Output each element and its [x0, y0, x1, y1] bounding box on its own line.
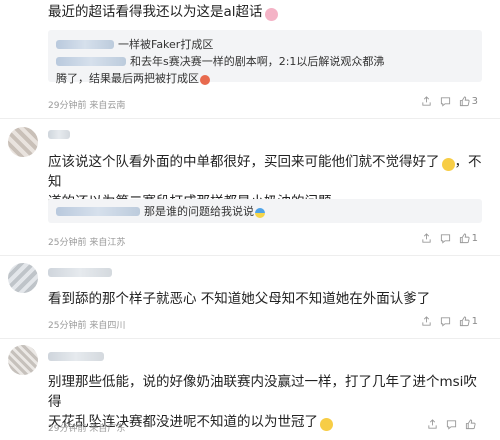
- share-button[interactable]: [421, 316, 432, 327]
- like-button[interactable]: 1: [459, 316, 478, 327]
- like-count: 3: [471, 96, 478, 107]
- share-icon: [422, 316, 431, 326]
- comment-text-content: 最近的超话看得我还以为这是al超话: [48, 4, 263, 20]
- comment-button[interactable]: [440, 233, 451, 244]
- blurred-username[interactable]: [48, 352, 104, 361]
- emoji-icon: e: [264, 8, 278, 21]
- comment-text: 最近的超话看得我还以为这是al超话e: [48, 2, 488, 22]
- comment-button[interactable]: [440, 96, 451, 107]
- comment-time: 29分钟前: [48, 424, 87, 434]
- comment-actions: [427, 419, 478, 430]
- like-button[interactable]: [465, 419, 478, 430]
- like-count: 1: [471, 316, 478, 327]
- like-icon: [459, 233, 470, 244]
- comment-text-content: 别理那些低能，说的好像奶油联赛内没赢过一样，打了几年了进个msi吹得: [48, 374, 477, 410]
- blurred-username[interactable]: [48, 130, 70, 139]
- like-button[interactable]: 1: [459, 233, 478, 244]
- share-icon: [422, 233, 431, 243]
- blurred-username: [56, 207, 140, 216]
- share-icon: [422, 96, 431, 106]
- comment-time: 25分钟前: [48, 238, 87, 248]
- blurred-username: [56, 57, 126, 66]
- comment-actions: 1: [421, 316, 478, 327]
- share-button[interactable]: [427, 419, 438, 430]
- emoji-icon: e: [255, 208, 265, 218]
- share-icon: [428, 419, 437, 429]
- quote-text: 腾了，结果最后两把被打成区: [56, 72, 199, 85]
- blurred-username[interactable]: [48, 268, 112, 277]
- comment-meta: 29分钟前 来自广东: [48, 421, 125, 434]
- divider: [0, 255, 500, 256]
- comment-meta: 25分钟前 来自江苏: [48, 235, 125, 248]
- quote-text: 和去年s赛决赛一样的剧本啊，2:1以后解说观众都沸: [130, 55, 385, 68]
- comment-icon: [440, 97, 450, 107]
- comment-location: 来自广东: [89, 424, 126, 434]
- divider: [0, 338, 500, 339]
- like-icon: [465, 419, 476, 430]
- quote-text: 一样被Faker打成区: [118, 38, 214, 51]
- emoji-icon: e: [441, 158, 455, 171]
- comment-icon: [440, 317, 450, 327]
- emoji-icon: e: [320, 418, 333, 431]
- comment-location: 来自四川: [89, 321, 126, 331]
- comment-meta: 25分钟前 来自四川: [48, 318, 125, 331]
- like-button[interactable]: 3: [459, 96, 478, 107]
- comment-location: 来自江苏: [89, 238, 126, 248]
- comment-text: 看到舔的那个样子就恶心 不知道她父母知不知道她在外面认爹了: [48, 289, 488, 309]
- comment-text-content: 看到舔的那个样子就恶心 不知道她父母知不知道她在外面认爹了: [48, 291, 431, 307]
- like-count: 1: [471, 233, 478, 244]
- divider: [0, 118, 500, 119]
- comment-actions: 3: [421, 96, 478, 107]
- quoted-reply[interactable]: 那是谁的问题给我说说e: [48, 199, 482, 223]
- blurred-username: [56, 40, 114, 49]
- quote-text: 那是谁的问题给我说说: [144, 205, 254, 218]
- comment-actions: 1: [421, 233, 478, 244]
- comment-icon: [440, 234, 450, 244]
- comment-text-content: 应该说这个队看外面的中单都很好，买回来可能他们就不觉得好了: [48, 154, 440, 170]
- comment-button[interactable]: [446, 419, 457, 430]
- share-button[interactable]: [421, 233, 432, 244]
- avatar[interactable]: [8, 127, 38, 157]
- like-icon: [459, 316, 470, 327]
- like-icon: [459, 96, 470, 107]
- comment-meta: 29分钟前 来自云南: [48, 98, 125, 111]
- avatar[interactable]: [8, 263, 38, 293]
- comment-time: 29分钟前: [48, 101, 87, 111]
- comment-icon: [446, 420, 457, 430]
- quoted-reply[interactable]: 一样被Faker打成区 和去年s赛决赛一样的剧本啊，2:1以后解说观众都沸 腾了…: [48, 30, 482, 85]
- avatar[interactable]: [8, 345, 38, 375]
- comment-location: 来自云南: [89, 101, 126, 111]
- share-button[interactable]: [421, 96, 432, 107]
- comment-button[interactable]: [440, 316, 451, 327]
- emoji-icon: e: [200, 75, 210, 85]
- comment-time: 25分钟前: [48, 321, 87, 331]
